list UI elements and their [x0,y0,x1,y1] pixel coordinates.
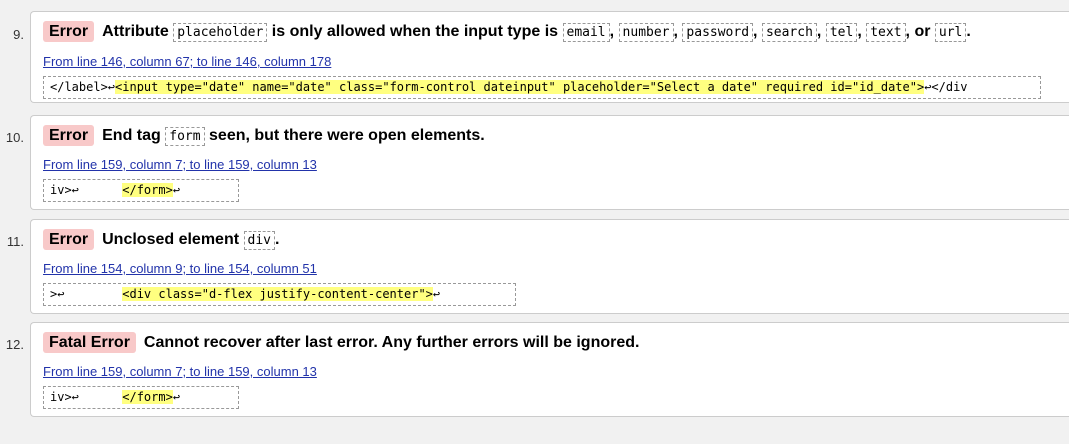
or-label: or [914,23,931,40]
error-badge: Error [43,21,95,42]
extract-after: ↩</div [924,80,968,94]
message-text: Error End tag form seen, but there were o… [43,125,485,148]
code-element: div [243,231,275,250]
code-extract: >↩ <div class="d-flex justify-content-ce… [43,283,516,306]
extract-after: ↩ [432,287,441,301]
message-item-11: Error Unclosed element div. From line 154… [30,219,1069,314]
code-element: form [165,127,205,146]
message-item-10: Error End tag form seen, but there were o… [30,115,1069,210]
message-number: 9. [13,27,24,42]
location-link[interactable]: From line 146, column 67; to line 146, c… [43,54,331,69]
fatal-error-badge: Fatal Error [43,332,136,353]
code-type: search [761,23,817,42]
validation-message-list: 9. Error Attribute placeholder is only al… [0,0,1069,444]
message-part: is only allowed when the input type is [271,23,559,40]
message-number: 11. [6,234,24,249]
location-link[interactable]: From line 159, column 7; to line 159, co… [43,364,317,379]
location-link[interactable]: From line 159, column 7; to line 159, co… [43,157,317,172]
message-end: . [275,231,280,248]
extract-highlight: <div class="d-flex justify-content-cente… [122,287,433,301]
code-type: number [618,23,674,42]
extract-before: >↩ [50,287,123,301]
extract-highlight: </form> [122,183,173,197]
code-attribute: placeholder [173,23,268,42]
separator: , [609,23,615,40]
message-part: Unclosed element [102,231,240,248]
message-text: Fatal Error Cannot recover after last err… [43,332,639,354]
message-text: Error Unclosed element div. [43,229,279,252]
code-type: tel [825,23,858,42]
separator: , [753,23,758,40]
extract-highlight: </form> [122,390,173,404]
extract-before: </label>↩ [50,80,116,94]
code-extract: iv>↩ </form>↩ [43,179,239,202]
extract-after: ↩ [172,390,181,404]
error-badge: Error [43,125,95,146]
message-part: seen, but there were open elements. [209,127,485,144]
separator: , [673,23,678,40]
code-extract: iv>↩ </form>↩ [43,386,239,409]
extract-before: iv>↩ [50,183,123,197]
extract-before: iv>↩ [50,390,123,404]
message-part: Attribute [102,23,169,40]
message-number: 10. [5,130,24,145]
code-type: password [682,23,754,42]
separator: , [816,23,822,40]
message-number: 12. [5,337,24,352]
message-part: Cannot recover after last error. Any fur… [143,334,640,351]
separator: , [857,23,862,40]
separator: , [905,23,910,40]
extract-highlight: <input type="date" name="date" class="fo… [115,80,925,94]
code-type: url [934,23,967,42]
code-extract: </label>↩<input type="date" name="date" … [43,76,1041,99]
code-type: email [562,23,610,42]
error-badge: Error [43,229,95,250]
code-type: text [866,23,906,42]
message-part: End tag [102,127,161,144]
message-text: Error Attribute placeholder is only allow… [43,21,971,44]
message-item-9: Error Attribute placeholder is only allow… [30,11,1069,103]
location-link[interactable]: From line 154, column 9; to line 154, co… [43,261,317,276]
message-item-12: Fatal Error Cannot recover after last err… [30,322,1069,417]
message-end: . [966,23,971,40]
extract-after: ↩ [172,183,181,197]
